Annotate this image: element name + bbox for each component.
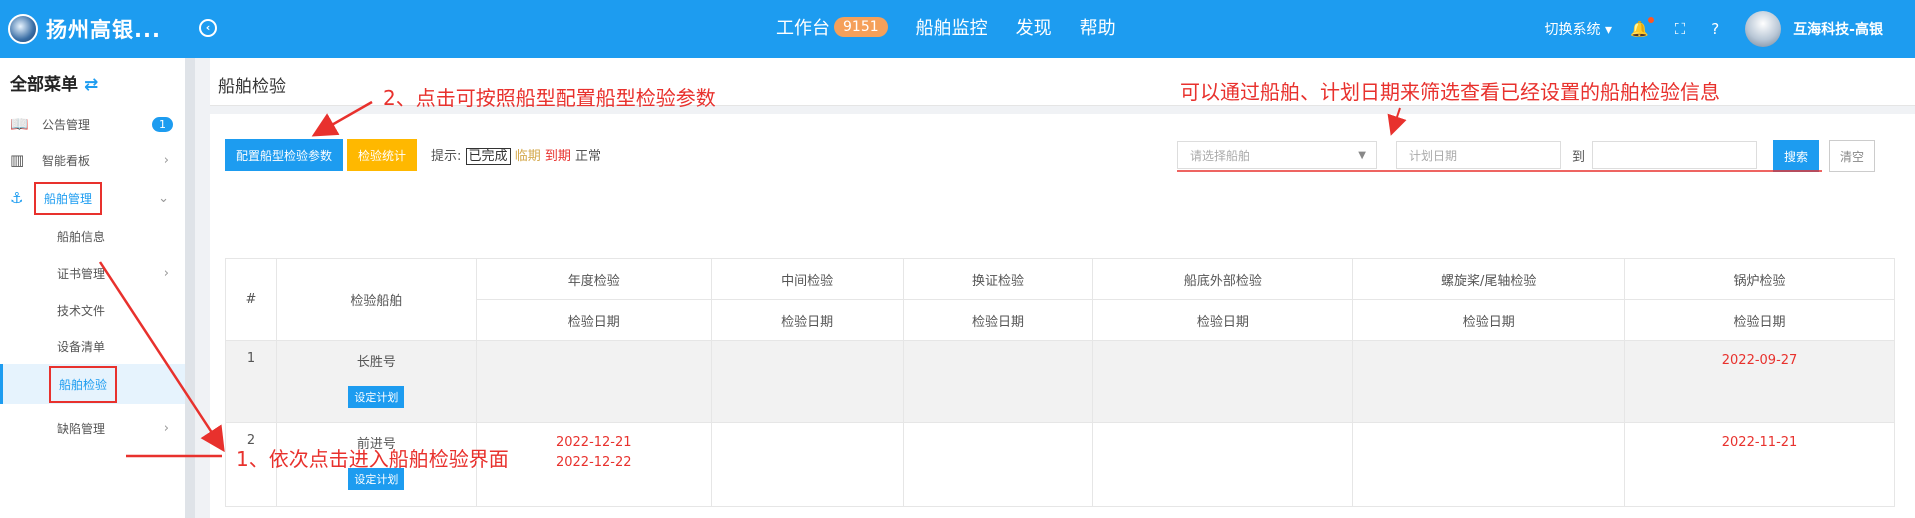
annotation-step-2: 2、点击可按照船型配置船型检验参数 [383,86,716,110]
annotation-arrow-1 [98,261,225,453]
annotation-step-1: 1、依次点击进入船舶检验界面 [236,447,509,471]
annotation-filter-note: 可以通过船舶、计划日期来筛选查看已经设置的船舶检验信息 [1180,80,1720,104]
annotation-arrow-3 [1387,107,1407,136]
annotation-arrow-2 [311,100,373,137]
